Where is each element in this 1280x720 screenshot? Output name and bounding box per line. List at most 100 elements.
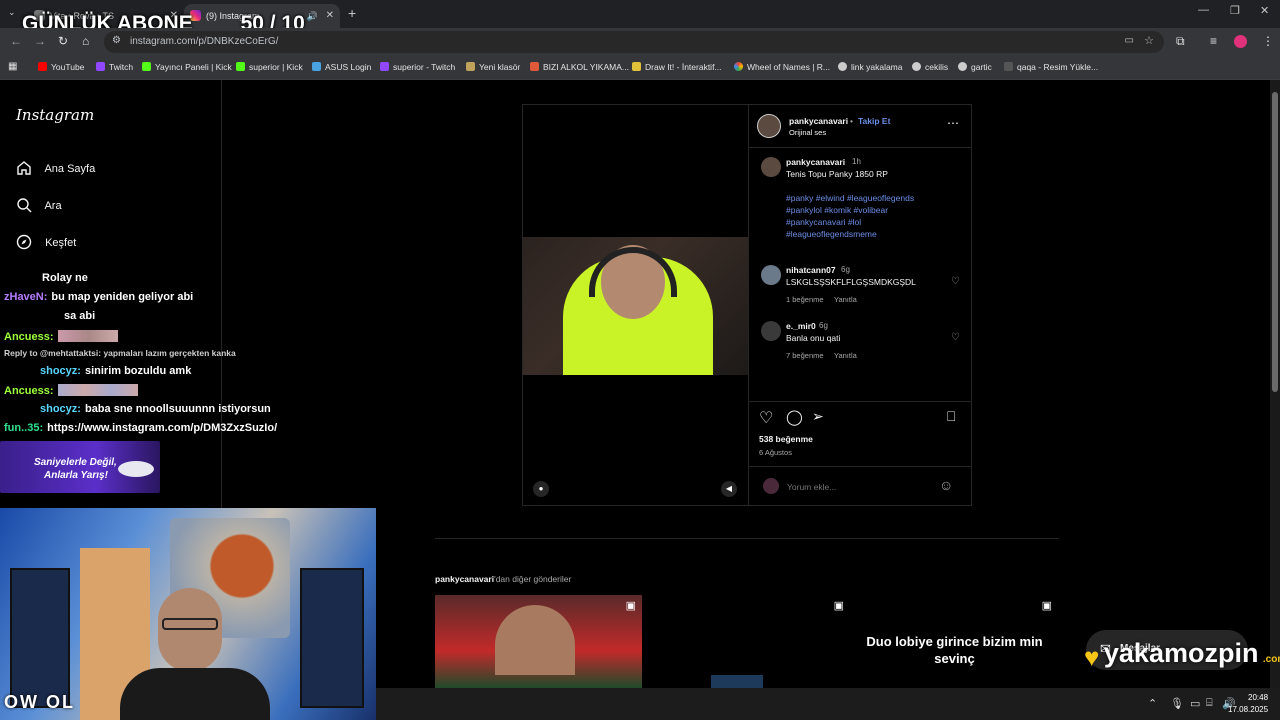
bookmark-asus[interactable]: ASUS Login [312, 62, 371, 72]
author-avatar[interactable] [757, 114, 781, 138]
comment-input-row: ☺ [749, 466, 972, 506]
network-icon[interactable]: ⌸ [1206, 697, 1213, 710]
bookmark-youtube[interactable]: YouTube [38, 62, 84, 72]
bookmark-folder[interactable]: Yeni klasör [466, 62, 520, 72]
speaker-icon[interactable]: 🔊 [307, 4, 318, 28]
comment-likes[interactable]: 1 beğenme [786, 295, 824, 304]
tray-chevron-icon[interactable]: ⌃ [1148, 697, 1157, 710]
more-options-icon[interactable]: ⋯ [947, 116, 959, 130]
bookmark-kick-panel[interactable]: Yayıncı Paneli | Kick [142, 62, 232, 72]
reload-icon[interactable]: ↻ [58, 34, 68, 48]
bookmark-twitch-superior[interactable]: superior - Twitch [380, 62, 455, 72]
comment-like-heart-icon[interactable]: ♡ [951, 332, 960, 343]
twitch-icon [96, 62, 105, 71]
bookmark-gartic[interactable]: gartic [958, 62, 992, 72]
promo-banner: Saniyelerle Değil, Anlarla Yarış! [0, 441, 160, 493]
video-frame [523, 237, 748, 375]
comment-avatar[interactable] [761, 265, 781, 285]
twitch-icon [380, 62, 389, 71]
share-send-icon[interactable]: ➢ [812, 408, 824, 425]
folder-icon [466, 62, 475, 71]
clock-time[interactable]: 20:48 [1248, 693, 1268, 702]
video-headphone [589, 247, 677, 297]
divider [435, 538, 1059, 539]
home-icon [17, 161, 31, 175]
comment-avatar[interactable] [761, 321, 781, 341]
minimize-button[interactable]: — [1198, 4, 1209, 16]
apps-grid-icon[interactable]: ▦ [8, 61, 17, 72]
close-tab-icon[interactable]: ✕ [326, 4, 334, 28]
bookmark-alkol[interactable]: BIZI ALKOL YIKAMA... [530, 62, 629, 72]
follow-separator: • [850, 116, 853, 126]
save-bookmark-icon[interactable]: ⎕ [947, 408, 955, 425]
bookmark-wheel[interactable]: Wheel of Names | R... [734, 62, 830, 72]
bookmark-drawit[interactable]: Draw It! - İnteraktif... [632, 62, 722, 72]
reel-video[interactable]: ● ◀ [523, 105, 748, 505]
display-icon[interactable]: ▭ [1190, 697, 1200, 710]
tagged-user-icon[interactable]: ● [533, 481, 549, 497]
back-icon[interactable]: ← [10, 34, 22, 48]
promo-line-2: Anlarla Yarış! [44, 470, 108, 481]
post-actions: ♡ ◯ ➢ ⎕ 538 beğenme 6 Ağustos ☺ [749, 401, 972, 505]
bookmark-link[interactable]: link yakalama [838, 62, 903, 72]
streamer-head [158, 588, 222, 672]
microphone-icon[interactable]: 🎙 [1170, 697, 1184, 710]
close-window-button[interactable]: ✕ [1260, 4, 1269, 17]
chat-message: zHaveN: bu map yeniden geliyor abi [4, 291, 194, 303]
webcam-caption: OW OL [4, 692, 75, 712]
nav-search[interactable]: Ara [16, 197, 62, 213]
address-bar[interactable]: ⚙ instagram.com/p/DNBKzeCoErG/ ▭ ☆ [104, 31, 1164, 53]
author-username[interactable]: pankycanavari [789, 116, 848, 126]
like-heart-icon[interactable]: ♡ [759, 408, 773, 428]
grid-post[interactable]: ▣ [435, 595, 642, 688]
more-posts-username[interactable]: pankycanavari [435, 574, 494, 584]
comment-likes[interactable]: 7 beğenme [786, 351, 824, 360]
nav-home[interactable]: Ana Sayfa [16, 160, 95, 176]
media-control-icon[interactable]: ≡ [1210, 34, 1217, 48]
post-header: pankycanavari • Takip Et Orijinal ses ⋯ [749, 105, 972, 148]
page-scrollbar[interactable] [1270, 80, 1280, 688]
brand-logo: ♥ yakamozpin .com [1084, 638, 1280, 673]
caption-username[interactable]: pankycanavari [786, 157, 845, 167]
chat-message: shocyz: baba sne nnoollsuuunnn istiyorsun [40, 403, 271, 415]
extensions-icon[interactable]: ⧉ [1176, 34, 1185, 49]
comment-username[interactable]: nihatcann07 [786, 265, 836, 275]
clock-date[interactable]: 17.08.2025 [1228, 705, 1268, 714]
install-app-icon[interactable]: ▭ [1125, 35, 1134, 46]
webcam-shelf-left [10, 568, 70, 708]
grid-post[interactable]: ▣ Duo lobiye girince bizim min sevinç [851, 595, 1058, 688]
comment-like-heart-icon[interactable]: ♡ [951, 276, 960, 287]
nav-explore[interactable]: Keşfet [16, 234, 76, 250]
scrollbar-thumb[interactable] [1272, 92, 1278, 392]
site-info-icon[interactable]: ⚙ [112, 35, 121, 46]
comment-input[interactable] [787, 479, 927, 495]
like-count[interactable]: 538 beğenme [759, 434, 813, 444]
comment-bubble-icon[interactable]: ◯ [786, 408, 803, 426]
emoji-icon[interactable]: ☺ [939, 477, 953, 493]
own-avatar[interactable] [763, 478, 779, 494]
caption-avatar[interactable] [761, 157, 781, 177]
maximize-button[interactable]: ❐ [1230, 4, 1240, 17]
comment-reply-button[interactable]: Yanıtla [834, 351, 857, 360]
bookmark-star-icon[interactable]: ☆ [1144, 34, 1154, 47]
follow-button[interactable]: Takip Et [858, 116, 890, 126]
bookmark-cekilis[interactable]: cekilis [912, 62, 948, 72]
compass-icon [16, 234, 32, 250]
bookmark-qaqa[interactable]: qaqa - Resim Yükle... [1004, 62, 1098, 72]
grid-post[interactable]: ▣ [643, 595, 850, 688]
new-tab-button[interactable]: + [348, 5, 356, 21]
home-icon[interactable]: ⌂ [82, 34, 89, 48]
bookmark-twitch[interactable]: Twitch [96, 62, 133, 72]
tab-search-chevron-icon[interactable]: ⌄ [8, 7, 16, 18]
instagram-logo[interactable]: Instagram [16, 106, 94, 124]
profile-avatar[interactable] [1234, 35, 1247, 48]
bookmark-kick-superior[interactable]: superior | Kick [236, 62, 303, 72]
chat-reply-line: Reply to @mehtattaktsi: yapmaları lazım … [4, 348, 236, 358]
audio-label[interactable]: Orijinal ses [789, 128, 826, 137]
menu-kebab-icon[interactable]: ⋮ [1262, 34, 1274, 48]
comment-username[interactable]: e._mir0 [786, 321, 816, 331]
caption-hashtags[interactable]: #panky #elwind #leagueoflegends #pankylo… [786, 192, 914, 240]
mute-toggle-icon[interactable]: ◀ [721, 481, 737, 497]
comment-reply-button[interactable]: Yanıtla [834, 295, 857, 304]
forward-icon[interactable]: → [34, 34, 46, 48]
